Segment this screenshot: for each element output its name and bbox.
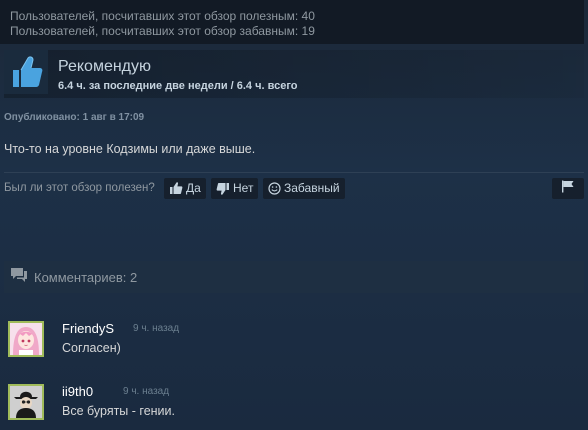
vote-no-button[interactable]: Нет <box>211 178 259 199</box>
report-button[interactable] <box>552 178 584 199</box>
comments-header: Комментариев: 2 <box>4 261 584 293</box>
vote-yes-button[interactable]: Да <box>164 178 206 199</box>
comment-timestamp: 9 ч. назад <box>123 386 170 397</box>
vote-no-label: Нет <box>233 181 254 195</box>
comment-author[interactable]: FriendyS <box>62 321 114 336</box>
thumbs-down-icon <box>216 182 230 195</box>
helpful-question: Был ли этот обзор полезен? <box>4 182 155 194</box>
speech-bubble-icon <box>10 267 28 288</box>
vote-funny-button[interactable]: Забавный <box>263 178 345 199</box>
avatar-image <box>10 323 42 355</box>
funny-count: Пользователей, посчитавших этот обзор за… <box>10 24 315 38</box>
divider <box>4 172 584 173</box>
comment-text: Согласен) <box>62 341 121 355</box>
vote-yes-label: Да <box>186 181 201 195</box>
recommendation-header: Рекомендую 6.4 ч. за последние две недел… <box>4 50 584 98</box>
comment-item: ii9th0 9 ч. назад Все буряты - гении. <box>8 384 568 424</box>
posted-date: Опубликовано: 1 авг в 17:09 <box>4 112 145 123</box>
comment-text: Все буряты - гении. <box>62 404 175 418</box>
review-stats: Пользователей, посчитавших этот обзор по… <box>0 0 584 44</box>
avatar[interactable] <box>8 384 44 420</box>
avatar-image <box>10 386 42 418</box>
comment-item: FriendyS 9 ч. назад Согласен) <box>8 321 568 361</box>
comment-author[interactable]: ii9th0 <box>62 384 93 399</box>
playtime-hours: 6.4 ч. за последние две недели / 6.4 ч. … <box>58 80 298 92</box>
thumbs-up-icon <box>4 50 48 94</box>
thumbs-up-icon <box>169 182 183 195</box>
review-text: Что-то на уровне Кодзимы или даже выше. <box>4 142 256 156</box>
recommendation-label: Рекомендую <box>58 58 152 75</box>
vote-funny-label: Забавный <box>284 181 340 195</box>
helpful-count: Пользователей, посчитавших этот обзор по… <box>10 9 315 23</box>
comments-count: Комментариев: 2 <box>34 269 138 285</box>
avatar[interactable] <box>8 321 44 357</box>
smiley-icon <box>268 182 281 195</box>
flag-icon <box>561 180 575 198</box>
comment-timestamp: 9 ч. назад <box>133 323 180 334</box>
